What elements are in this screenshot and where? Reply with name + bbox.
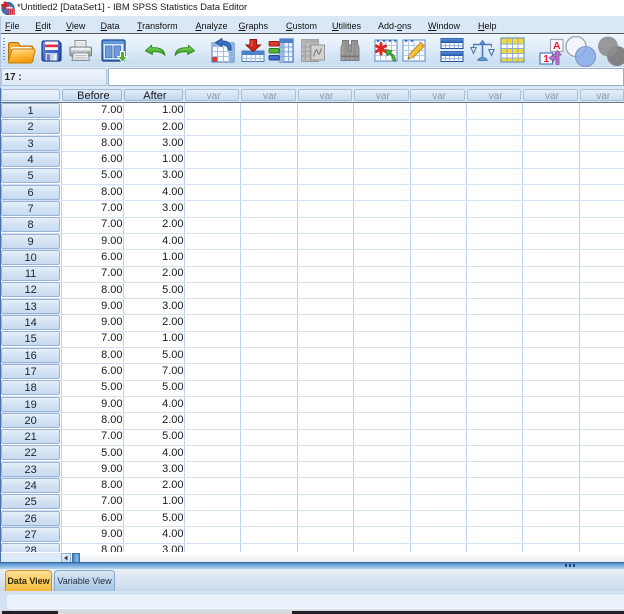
svg-text:1: 1	[543, 53, 549, 65]
svg-text:A: A	[553, 40, 561, 52]
